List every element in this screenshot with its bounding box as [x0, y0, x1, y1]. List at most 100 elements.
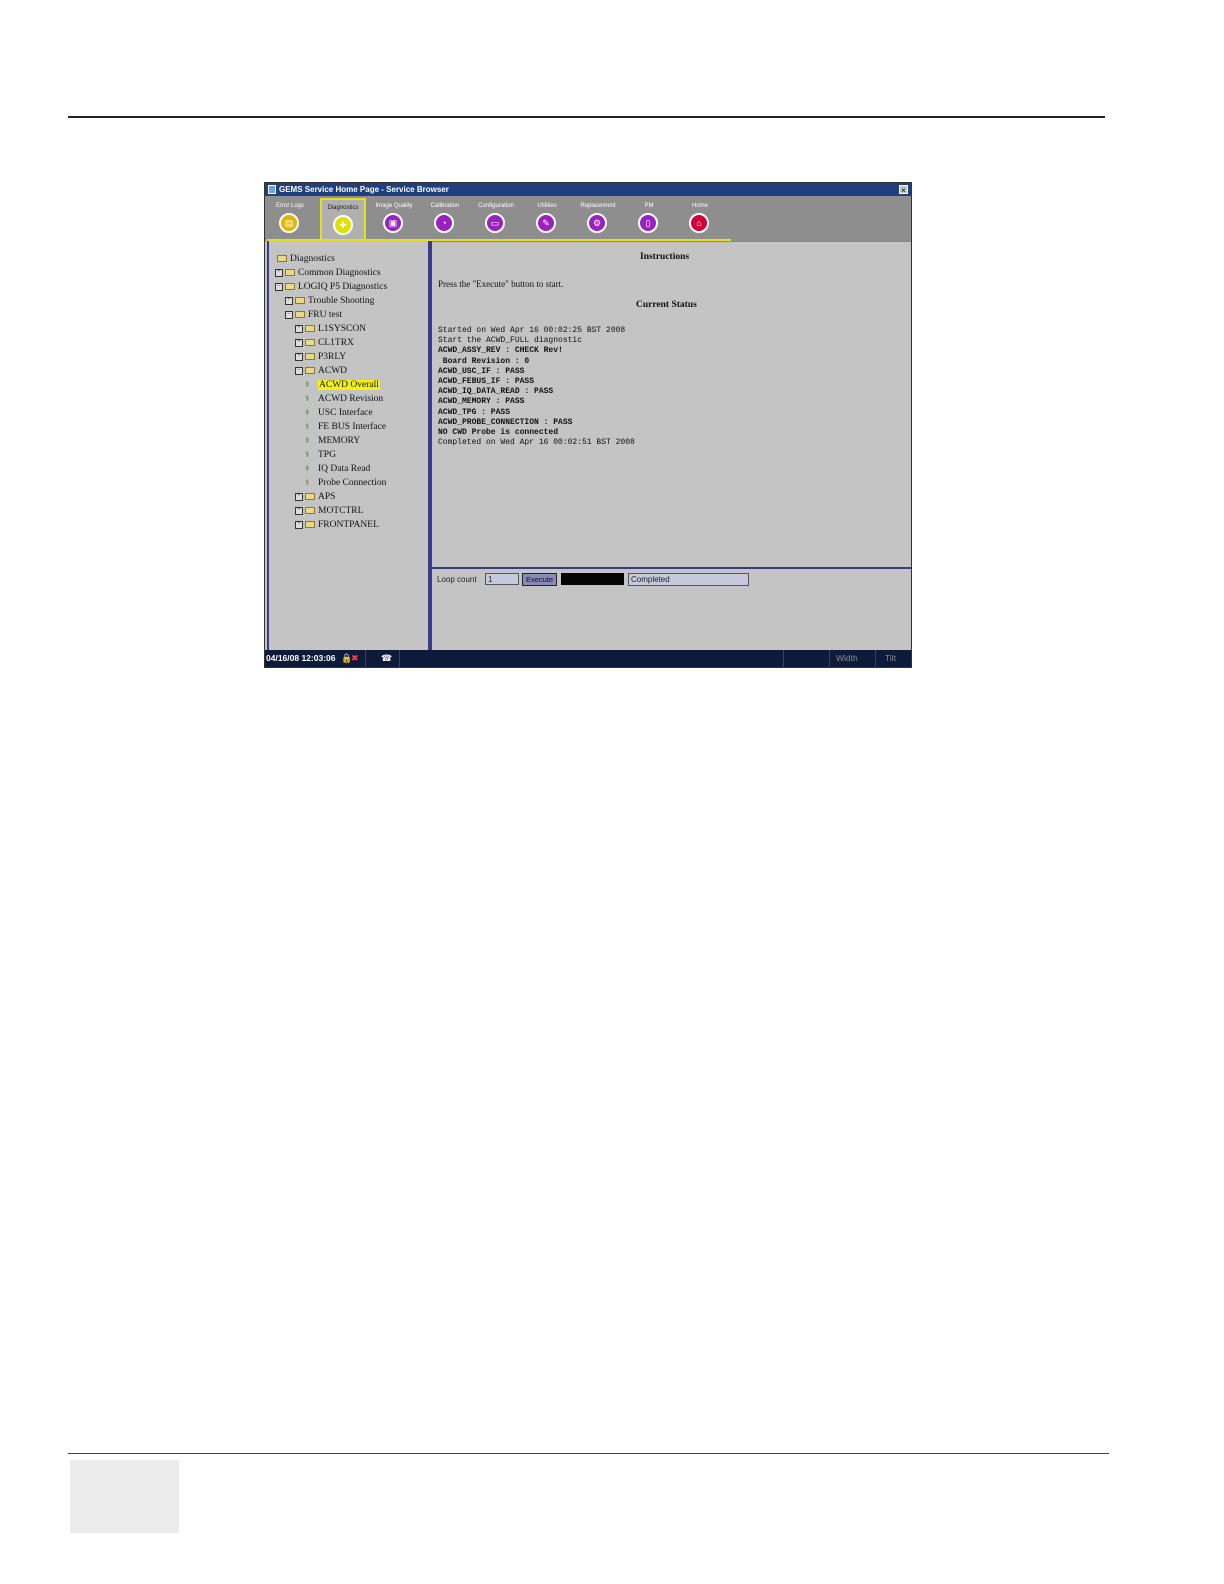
tab-label: Error Logs: [275, 203, 304, 209]
status-field: Completed: [628, 573, 749, 586]
expand-icon[interactable]: +: [295, 338, 303, 347]
status-line: NO CWD Probe is connected: [438, 428, 559, 438]
collapse-icon[interactable]: −: [275, 282, 283, 291]
tree-item[interactable]: + L1SYSCON: [295, 323, 366, 335]
tab-configuration[interactable]: Configuration ▭: [473, 198, 519, 238]
tree-item[interactable]: ⚕ FE BUS Interface: [305, 421, 386, 433]
test-icon: ⚕: [305, 379, 310, 389]
test-icon: ⚕: [305, 463, 310, 473]
loop-count-input[interactable]: 1: [485, 573, 519, 585]
window-titlebar: GEMS Service Home Page - Service Browser…: [265, 183, 911, 196]
folder-icon: [305, 507, 315, 515]
folder-icon: [295, 297, 305, 305]
diagnostics-tree-panel[interactable]: Diagnostics + Common Diagnostics − LOGIQ P5 …: [267, 241, 430, 650]
status-line: ACWD_IQ_DATA_READ : PASS: [438, 387, 554, 397]
output-panel: Instructions Press the "Execute" button …: [432, 241, 911, 567]
window-title: GEMS Service Home Page - Service Browser: [279, 185, 449, 194]
tab-label: Image Quality: [375, 203, 413, 209]
app-icon: [268, 185, 276, 194]
tree-item[interactable]: − ACWD: [295, 365, 347, 377]
folder-icon: [305, 353, 315, 361]
collapse-icon[interactable]: −: [295, 366, 303, 375]
tree-item-label: MOTCTRL: [318, 506, 364, 516]
system-statusbar: 04/16/08 12:03:06 🔒 ✖ ☎ Width Tilt: [265, 650, 911, 667]
tree-item[interactable]: + MOTCTRL: [295, 505, 363, 517]
tree-item-label: LOGIQ P5 Diagnostics: [298, 282, 388, 292]
page-header-rule: [68, 116, 1105, 118]
status-line: Start the ACWD_FULL diagnostic: [438, 336, 583, 346]
tree-item-label: Diagnostics: [290, 254, 335, 264]
current-status-heading: Current Status: [636, 300, 697, 310]
tools-icon: ✎: [536, 213, 556, 233]
tree-item[interactable]: Diagnostics: [275, 253, 335, 265]
tree-item[interactable]: ⚕ Probe Connection: [305, 477, 386, 489]
tab-calibration[interactable]: Calibration ◔: [422, 198, 468, 238]
tree-item[interactable]: ⚕ TPG: [305, 449, 336, 461]
tab-image-quality[interactable]: Image Quality ▣: [371, 198, 417, 238]
tab-label: Utilities: [537, 203, 557, 209]
tree-item-label: Probe Connection: [318, 478, 387, 488]
tree-item[interactable]: + APS: [295, 491, 335, 503]
tree-item[interactable]: − FRU test: [285, 309, 342, 321]
tree-item-label: ACWD Revision: [318, 394, 384, 404]
expand-icon[interactable]: +: [295, 492, 303, 501]
tree-item[interactable]: ⚕ ACWD Revision: [305, 393, 383, 405]
phone-icon: ☎: [381, 653, 393, 663]
tree-item-label: P3RLY: [318, 352, 347, 362]
tree-item-label: USC Interface: [318, 408, 373, 418]
width-label[interactable]: Width: [836, 653, 858, 663]
test-icon: ⚕: [305, 477, 310, 487]
status-line: ACWD_TPG : PASS: [438, 407, 511, 417]
network-disconnected-icon: ✖: [351, 653, 359, 663]
folder-icon: [305, 325, 315, 333]
page-footer-rule: [68, 1453, 1109, 1454]
status-line: ACWD_FEBUS_IF : PASS: [438, 377, 535, 387]
tree-item[interactable]: + Trouble Shooting: [285, 295, 374, 307]
page-number-box: [70, 1460, 179, 1533]
folder-open-icon: [305, 367, 315, 375]
expand-icon[interactable]: +: [295, 324, 303, 333]
tree-item[interactable]: ⚕ IQ Data Read: [305, 463, 370, 475]
tree-item[interactable]: + P3RLY: [295, 351, 346, 363]
test-icon: ⚕: [305, 421, 310, 431]
collapse-icon[interactable]: −: [285, 310, 293, 319]
stethoscope-icon: ✚: [333, 215, 353, 235]
tree-item[interactable]: ⚕ ACWD Overall: [305, 379, 380, 391]
folder-open-icon: [295, 311, 305, 319]
expand-icon[interactable]: +: [285, 296, 293, 305]
tab-utilities[interactable]: Utilities ✎: [524, 198, 570, 238]
test-icon: ⚕: [305, 407, 310, 417]
test-icon: ⚕: [305, 435, 310, 445]
tree-item[interactable]: − LOGIQ P5 Diagnostics: [275, 281, 387, 293]
config-icon: ▭: [485, 213, 505, 233]
tab-home[interactable]: Home ⌂: [677, 198, 723, 238]
gauge-icon: ◔: [434, 213, 454, 233]
wrench-icon: ⚙: [587, 213, 607, 233]
tree-item[interactable]: + FRONTPANEL: [295, 519, 379, 531]
expand-icon[interactable]: +: [275, 268, 283, 277]
tree-item-label: FRU test: [308, 310, 343, 320]
expand-icon[interactable]: +: [295, 506, 303, 515]
test-icon: ⚕: [305, 393, 310, 403]
instructions-heading: Instructions: [640, 252, 690, 262]
tab-pm[interactable]: PM ▯: [626, 198, 672, 238]
clipboard-icon: ▯: [638, 213, 658, 233]
execute-button[interactable]: Execute: [522, 573, 557, 586]
expand-icon[interactable]: +: [295, 352, 303, 361]
tab-diagnostics[interactable]: Diagnostics ✚: [320, 198, 366, 240]
image-icon: ▣: [383, 213, 403, 233]
home-icon: ⌂: [689, 213, 709, 233]
folder-open-icon: [285, 283, 295, 291]
tree-item[interactable]: + Common Diagnostics: [275, 267, 381, 279]
tree-item[interactable]: + CL1TRX: [295, 337, 354, 349]
tilt-label[interactable]: Tilt: [885, 653, 896, 663]
status-line: ACWD_USC_IF : PASS: [438, 366, 525, 376]
expand-icon[interactable]: +: [295, 520, 303, 529]
tab-error-logs[interactable]: Error Logs ▤: [267, 198, 313, 238]
tree-item[interactable]: ⚕ MEMORY: [305, 435, 360, 447]
folder-icon: [305, 521, 315, 529]
tree-item-label: FRONTPANEL: [318, 520, 379, 530]
close-icon[interactable]: ×: [899, 185, 908, 195]
tree-item[interactable]: ⚕ USC Interface: [305, 407, 373, 419]
tab-replacement[interactable]: Replacement ⚙: [575, 198, 621, 238]
